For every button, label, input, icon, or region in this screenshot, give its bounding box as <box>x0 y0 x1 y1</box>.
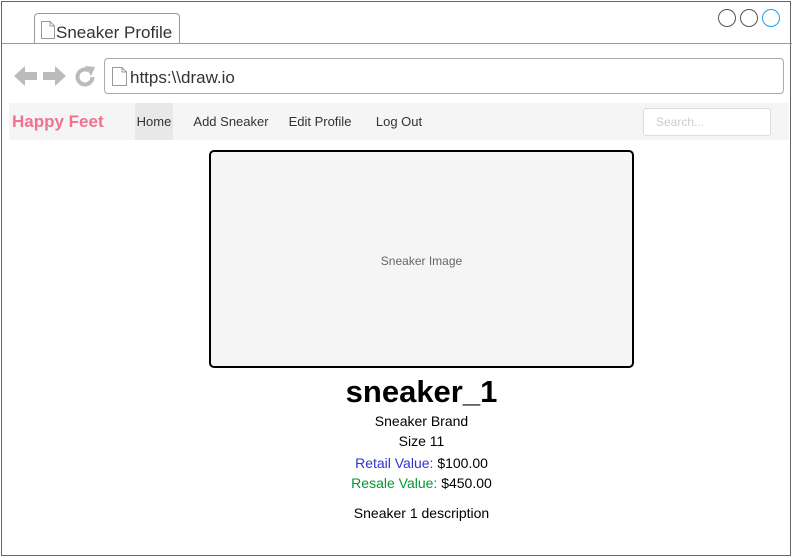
resale-value-line: Resale Value: $450.00 <box>209 475 634 491</box>
resale-value-label: Resale Value: <box>351 475 438 491</box>
retail-value: $100.00 <box>437 455 488 471</box>
nav-edit-profile[interactable]: Edit Profile <box>287 103 353 140</box>
sneaker-description: Sneaker 1 description <box>353 505 490 521</box>
retail-value-line: Retail Value: $100.00 <box>209 455 634 471</box>
url-text: https:\\draw.io <box>130 68 235 87</box>
close-button[interactable] <box>762 9 780 27</box>
address-bar[interactable]: https:\\draw.io <box>104 58 784 94</box>
window-controls <box>718 9 780 27</box>
history-nav <box>14 65 66 87</box>
reload-icon[interactable] <box>73 65 97 89</box>
retail-value-label: Retail Value: <box>355 455 434 471</box>
browser-window: Sneaker Profile https:\\draw.io Happy Fe… <box>1 1 792 556</box>
sneaker-image: Sneaker Image <box>209 150 634 368</box>
nav-log-out[interactable]: Log Out <box>373 103 425 140</box>
search-input[interactable] <box>643 108 771 136</box>
browser-tab[interactable]: Sneaker Profile <box>34 13 180 44</box>
document-icon <box>41 21 55 39</box>
maximize-button[interactable] <box>740 9 758 27</box>
tab-divider <box>2 43 792 44</box>
back-arrow-icon[interactable] <box>14 65 38 87</box>
site-navbar: Happy Feet Home Add Sneaker Edit Profile… <box>9 103 789 140</box>
document-icon <box>112 67 127 86</box>
nav-add-sneaker[interactable]: Add Sneaker <box>192 103 270 140</box>
resale-value: $450.00 <box>441 475 492 491</box>
forward-arrow-icon[interactable] <box>42 65 66 87</box>
sneaker-name: sneaker_1 <box>345 374 498 409</box>
sneaker-size: Size 11 <box>398 433 445 449</box>
sneaker-image-label: Sneaker Image <box>380 254 463 268</box>
nav-home[interactable]: Home <box>135 103 173 140</box>
minimize-button[interactable] <box>718 9 736 27</box>
brand-logo[interactable]: Happy Feet <box>12 112 104 132</box>
tab-title: Sneaker Profile <box>56 23 173 42</box>
sneaker-brand: Sneaker Brand <box>374 413 469 429</box>
